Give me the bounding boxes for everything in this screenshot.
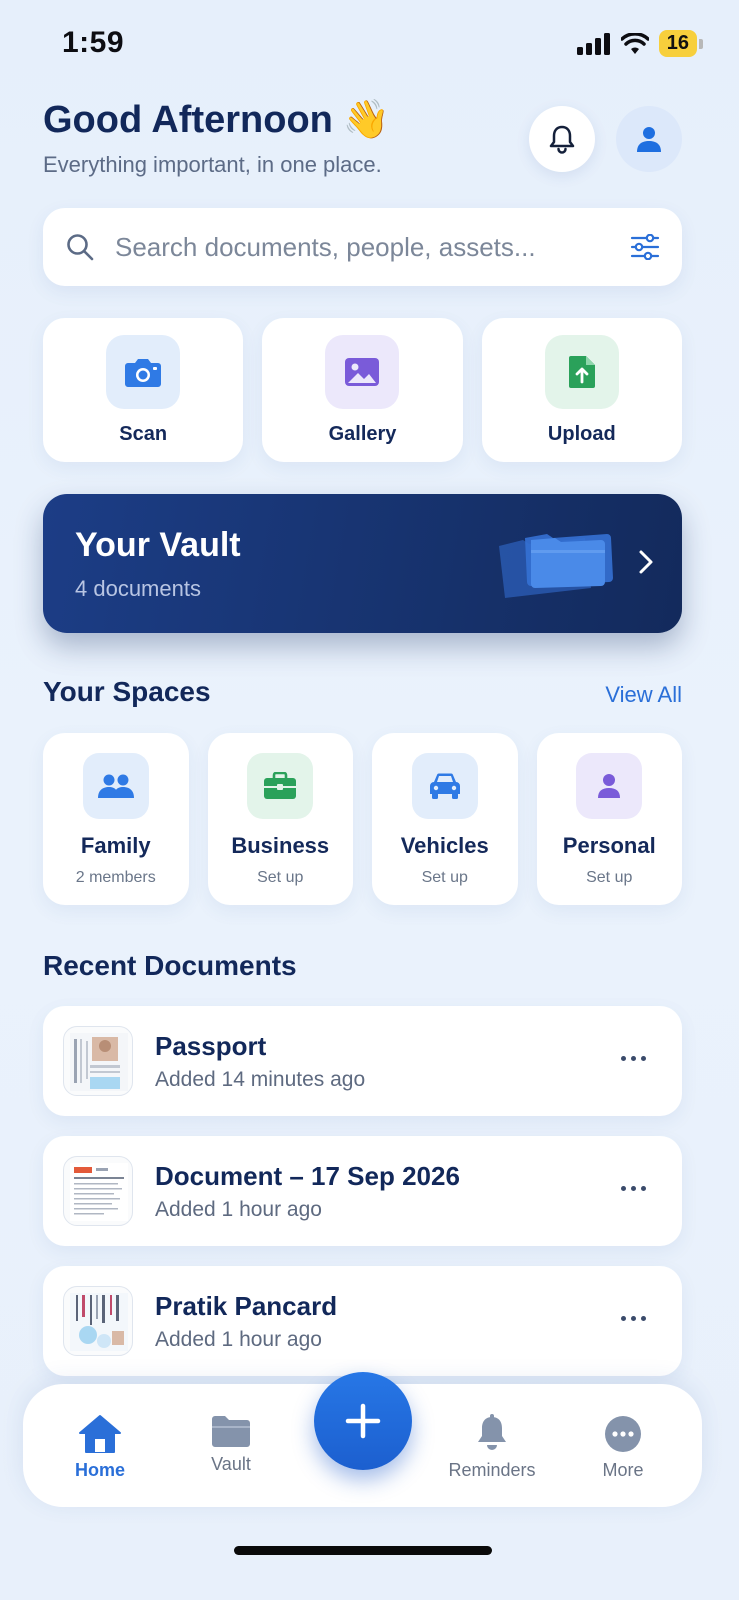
status-bar: 1:59 16 bbox=[0, 0, 739, 90]
tab-reminders-label: Reminders bbox=[448, 1460, 536, 1480]
document-row[interactable]: Pratik Pancard Added 1 hour ago bbox=[43, 1266, 682, 1376]
space-name-business: Business bbox=[231, 833, 330, 858]
vehicles-icon-tile bbox=[411, 753, 478, 819]
document-title: Pratik Pancard bbox=[155, 1290, 338, 1321]
recent-documents-list: Passport Added 14 minutes ago Document –… bbox=[43, 1006, 682, 1396]
document-row[interactable]: Document – 17 Sep 2026 Added 1 hour ago bbox=[43, 1136, 682, 1246]
plus-icon bbox=[345, 1403, 381, 1439]
vault-banner[interactable]: Your Vault 4 documents bbox=[43, 494, 682, 633]
tab-vault-label: Vault bbox=[211, 1454, 251, 1474]
space-name-family: Family bbox=[80, 833, 151, 858]
scan-button[interactable]: Scan bbox=[43, 318, 244, 462]
passport-thumbnail-icon bbox=[70, 1033, 128, 1091]
folder-stack-icon bbox=[499, 534, 613, 598]
upload-icon-tile bbox=[544, 335, 619, 409]
document-thumbnail bbox=[63, 1156, 133, 1226]
profile-button[interactable] bbox=[616, 106, 682, 172]
document-thumbnail bbox=[63, 1026, 133, 1096]
scan-label: Scan bbox=[119, 423, 168, 445]
upload-button[interactable]: Upload bbox=[481, 318, 682, 462]
user-icon bbox=[637, 127, 661, 152]
document-meta: Added 14 minutes ago bbox=[155, 1067, 366, 1091]
space-business[interactable]: Business Set up bbox=[207, 733, 353, 905]
space-sub-vehicles: Set up bbox=[421, 869, 468, 886]
gallery-icon-tile bbox=[325, 335, 400, 409]
more-options-icon[interactable] bbox=[621, 1316, 646, 1321]
signal-icon bbox=[576, 32, 610, 55]
car-icon bbox=[429, 773, 460, 799]
folder-icon bbox=[212, 1416, 250, 1447]
space-sub-business: Set up bbox=[257, 869, 304, 886]
more-options-icon[interactable] bbox=[621, 1056, 646, 1061]
personal-icon-tile bbox=[576, 753, 643, 819]
greeting-title: Good Afternoon 👋 bbox=[43, 98, 390, 142]
quick-actions: Scan Gallery Upload bbox=[43, 318, 682, 462]
vault-title: Your Vault bbox=[75, 526, 241, 564]
document-thumbnail bbox=[63, 1286, 133, 1356]
pancard-thumbnail-icon bbox=[70, 1293, 128, 1351]
file-upload-icon bbox=[568, 356, 595, 388]
filter-icon[interactable] bbox=[630, 234, 660, 260]
greeting-text: Good Afternoon bbox=[43, 98, 333, 141]
tab-more[interactable]: More bbox=[568, 1414, 678, 1481]
space-vehicles[interactable]: Vehicles Set up bbox=[372, 733, 518, 905]
space-sub-family: 2 members bbox=[75, 869, 156, 886]
battery-level: 16 bbox=[658, 30, 697, 57]
scan-icon-tile bbox=[106, 335, 181, 409]
gallery-label: Gallery bbox=[328, 423, 397, 445]
chevron-right-icon bbox=[639, 550, 653, 574]
home-indicator bbox=[234, 1546, 492, 1555]
tab-home-label: Home bbox=[74, 1460, 125, 1480]
search-icon bbox=[67, 234, 94, 261]
view-all-link[interactable]: View All bbox=[605, 682, 682, 708]
person-icon bbox=[598, 774, 621, 798]
wave-emoji-icon: 👋 bbox=[342, 99, 391, 141]
camera-icon bbox=[125, 359, 162, 387]
document-row[interactable]: Passport Added 14 minutes ago bbox=[43, 1006, 682, 1116]
document-info: Document – 17 Sep 2026 Added 1 hour ago bbox=[155, 1161, 662, 1222]
home-icon bbox=[79, 1415, 121, 1453]
recent-documents-title: Recent Documents bbox=[43, 950, 297, 981]
space-family[interactable]: Family 2 members bbox=[43, 733, 189, 905]
people-icon bbox=[97, 774, 134, 798]
vault-document-count: 4 documents bbox=[75, 576, 201, 601]
greeting-subtitle: Everything important, in one place. bbox=[43, 152, 382, 177]
family-icon-tile bbox=[82, 753, 149, 819]
bell-icon bbox=[549, 125, 575, 154]
tab-reminders[interactable]: Reminders bbox=[437, 1414, 547, 1481]
tab-home[interactable]: Home bbox=[45, 1414, 155, 1481]
briefcase-icon bbox=[264, 772, 297, 799]
search-input[interactable]: Search documents, people, assets... bbox=[115, 232, 630, 263]
notifications-button[interactable] bbox=[529, 106, 595, 172]
wifi-icon bbox=[620, 32, 649, 54]
spaces-grid: Family 2 members Business Set up Vehicle… bbox=[43, 733, 682, 905]
greeting: Good Afternoon 👋 Everything important, i… bbox=[43, 98, 390, 178]
space-personal[interactable]: Personal Set up bbox=[536, 733, 682, 905]
tab-more-label: More bbox=[602, 1460, 644, 1480]
add-button[interactable] bbox=[314, 1372, 412, 1470]
image-icon bbox=[345, 358, 380, 386]
gallery-button[interactable]: Gallery bbox=[262, 318, 463, 462]
upload-label: Upload bbox=[547, 423, 616, 445]
document-info: Pratik Pancard Added 1 hour ago bbox=[155, 1291, 662, 1352]
battery-icon: 16 bbox=[658, 30, 703, 57]
document-meta: Added 1 hour ago bbox=[155, 1197, 322, 1221]
tab-vault[interactable]: Vault bbox=[176, 1414, 286, 1475]
document-title: Passport bbox=[155, 1030, 267, 1061]
status-icons: 16 bbox=[576, 30, 703, 57]
space-name-vehicles: Vehicles bbox=[400, 833, 489, 858]
bell-icon bbox=[478, 1414, 506, 1450]
document-thumbnail-icon bbox=[70, 1163, 128, 1221]
document-info: Passport Added 14 minutes ago bbox=[155, 1031, 662, 1092]
business-icon-tile bbox=[247, 753, 314, 819]
space-sub-personal: Set up bbox=[586, 869, 633, 886]
more-options-icon[interactable] bbox=[621, 1186, 646, 1191]
search-bar[interactable]: Search documents, people, assets... bbox=[43, 208, 682, 286]
more-icon bbox=[605, 1416, 641, 1452]
document-title: Document – 17 Sep 2026 bbox=[155, 1160, 460, 1191]
status-time: 1:59 bbox=[62, 26, 125, 59]
document-meta: Added 1 hour ago bbox=[155, 1327, 322, 1351]
spaces-title: Your Spaces bbox=[43, 676, 211, 707]
space-name-personal: Personal bbox=[562, 833, 656, 858]
